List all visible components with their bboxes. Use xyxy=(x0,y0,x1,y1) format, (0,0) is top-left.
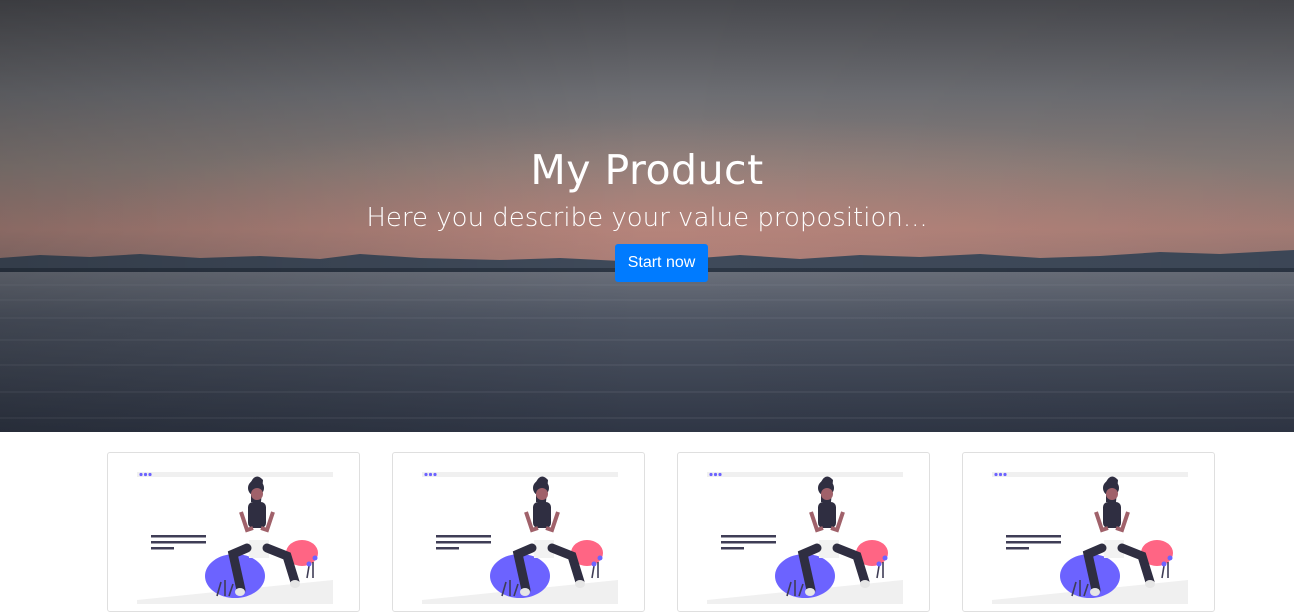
feature-card[interactable] xyxy=(392,452,645,612)
hero-subtitle: Here you describe your value proposition… xyxy=(366,203,928,233)
start-now-button[interactable]: Start now xyxy=(615,244,708,282)
feature-card[interactable] xyxy=(962,452,1215,612)
card-illustration xyxy=(137,472,333,604)
hero-title: My Product xyxy=(530,146,764,194)
card-illustration xyxy=(707,472,903,604)
card-illustration xyxy=(992,472,1188,604)
card-illustration xyxy=(422,472,618,604)
feature-card[interactable] xyxy=(107,452,360,612)
hero-section: My Product Here you describe your value … xyxy=(0,0,1294,432)
feature-card[interactable] xyxy=(677,452,930,612)
